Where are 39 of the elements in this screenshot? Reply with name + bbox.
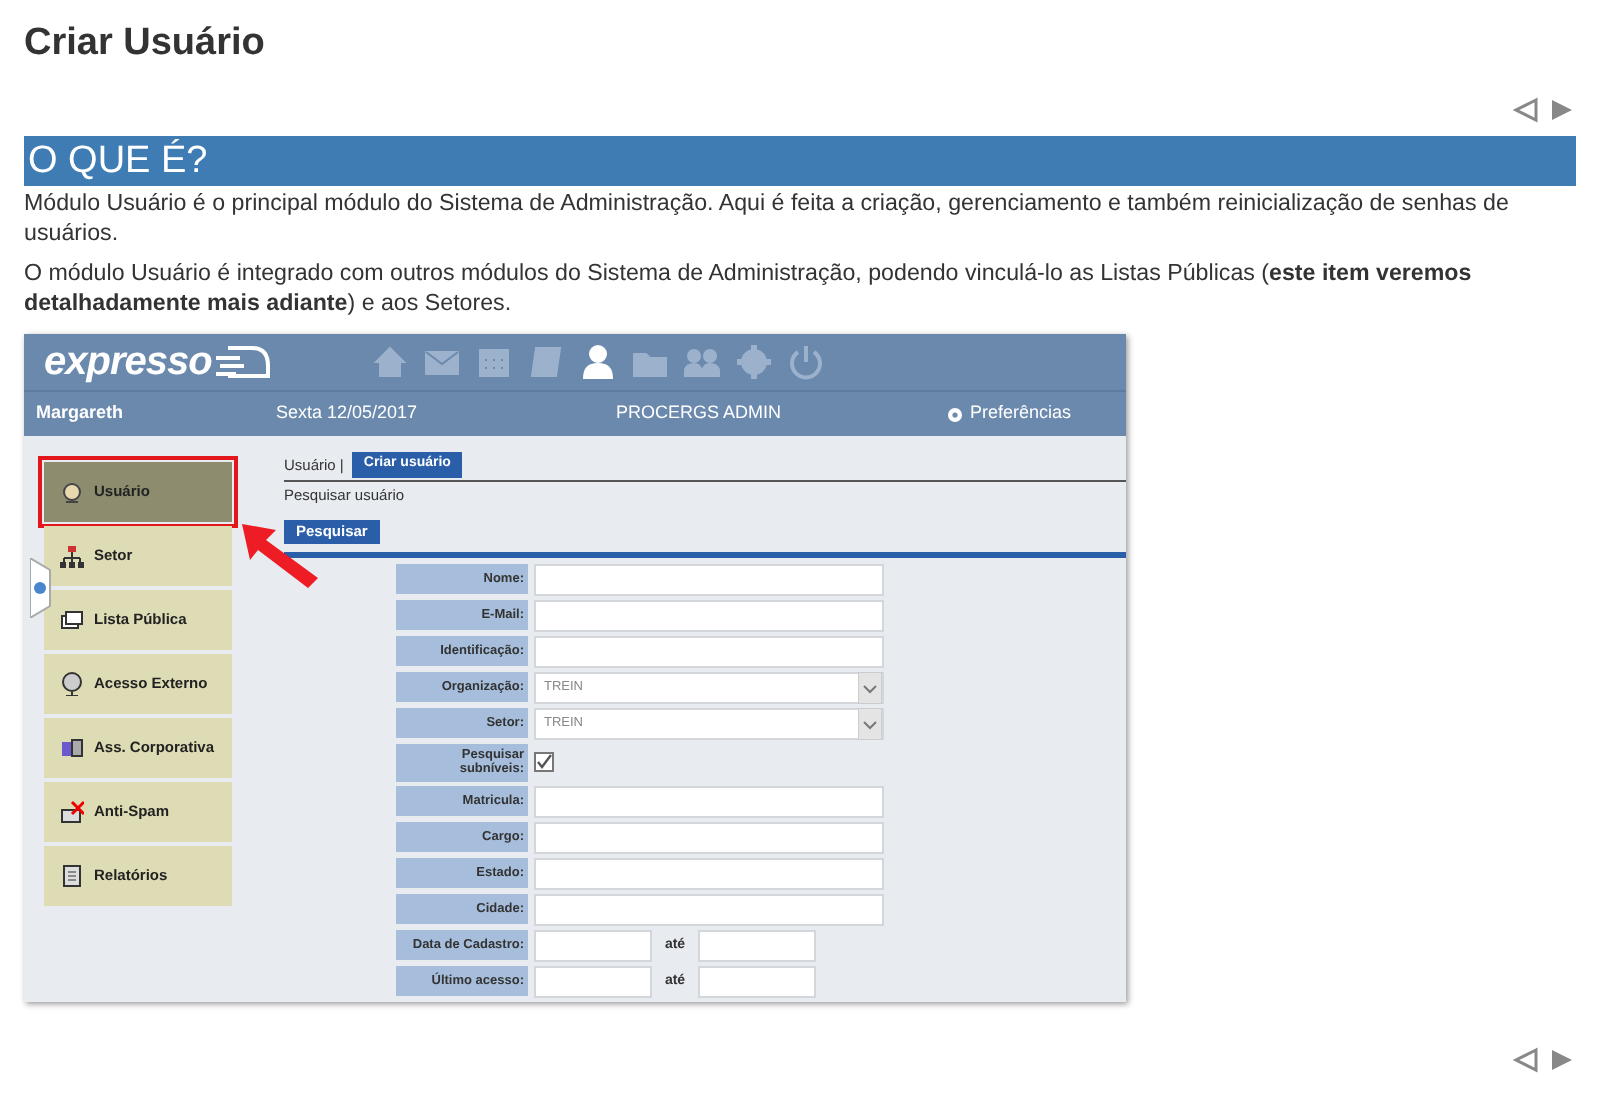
input-field[interactable] xyxy=(698,929,816,961)
person-icon xyxy=(60,480,84,504)
input-field[interactable] xyxy=(534,821,884,853)
input-field[interactable] xyxy=(534,857,884,889)
logo-icon xyxy=(211,342,272,382)
input-field[interactable] xyxy=(534,893,884,925)
cards-icon xyxy=(60,608,84,632)
input-field[interactable] xyxy=(534,929,652,961)
paragraph: O módulo Usuário é integrado com outros módulos do Sistema de Administração, podendo vinculá-lo as Listas Públicas (este item veremos detalhadamente mais adiante) e aos Setores. xyxy=(24,258,1474,318)
next-icon[interactable] xyxy=(1548,1046,1576,1074)
input-field[interactable] xyxy=(534,563,884,595)
app-logo: expresso xyxy=(44,338,212,388)
input-field[interactable] xyxy=(534,785,884,817)
user-icon[interactable] xyxy=(579,344,616,380)
input-field[interactable] xyxy=(534,635,884,667)
power-icon[interactable] xyxy=(787,344,824,380)
chevron-down-icon xyxy=(858,707,882,739)
checkbox[interactable] xyxy=(534,752,554,772)
chevron-down-icon xyxy=(858,671,882,703)
date-label: Sexta 12/05/2017 xyxy=(276,400,420,427)
next-icon[interactable] xyxy=(1548,96,1576,124)
input-field[interactable] xyxy=(534,965,652,997)
previous-icon[interactable] xyxy=(1512,1046,1540,1074)
group-icon[interactable] xyxy=(683,344,720,380)
paragraph: Módulo Usuário é o principal módulo do Sistema de Administração. Aqui é feita a criação, gerenciamento e também reinicialização de senhas de usuários. xyxy=(24,188,1511,248)
input-field[interactable] xyxy=(534,599,884,631)
preferences-link[interactable]: Preferências xyxy=(970,400,1072,428)
user-name: Margareth xyxy=(36,400,126,427)
hierarchy-icon xyxy=(60,544,84,568)
mail-blocked-icon xyxy=(60,800,84,824)
input-field[interactable] xyxy=(698,965,816,997)
globe-icon xyxy=(60,672,84,696)
previous-icon[interactable] xyxy=(1512,96,1540,124)
page-title: Criar Usuário xyxy=(24,20,267,68)
calendar-icon[interactable] xyxy=(475,344,512,380)
home-icon[interactable] xyxy=(371,344,408,380)
report-icon xyxy=(60,864,84,888)
organization-label: PROCERGS ADMIN xyxy=(616,400,784,427)
section-heading: O QUE É? xyxy=(24,136,1576,186)
